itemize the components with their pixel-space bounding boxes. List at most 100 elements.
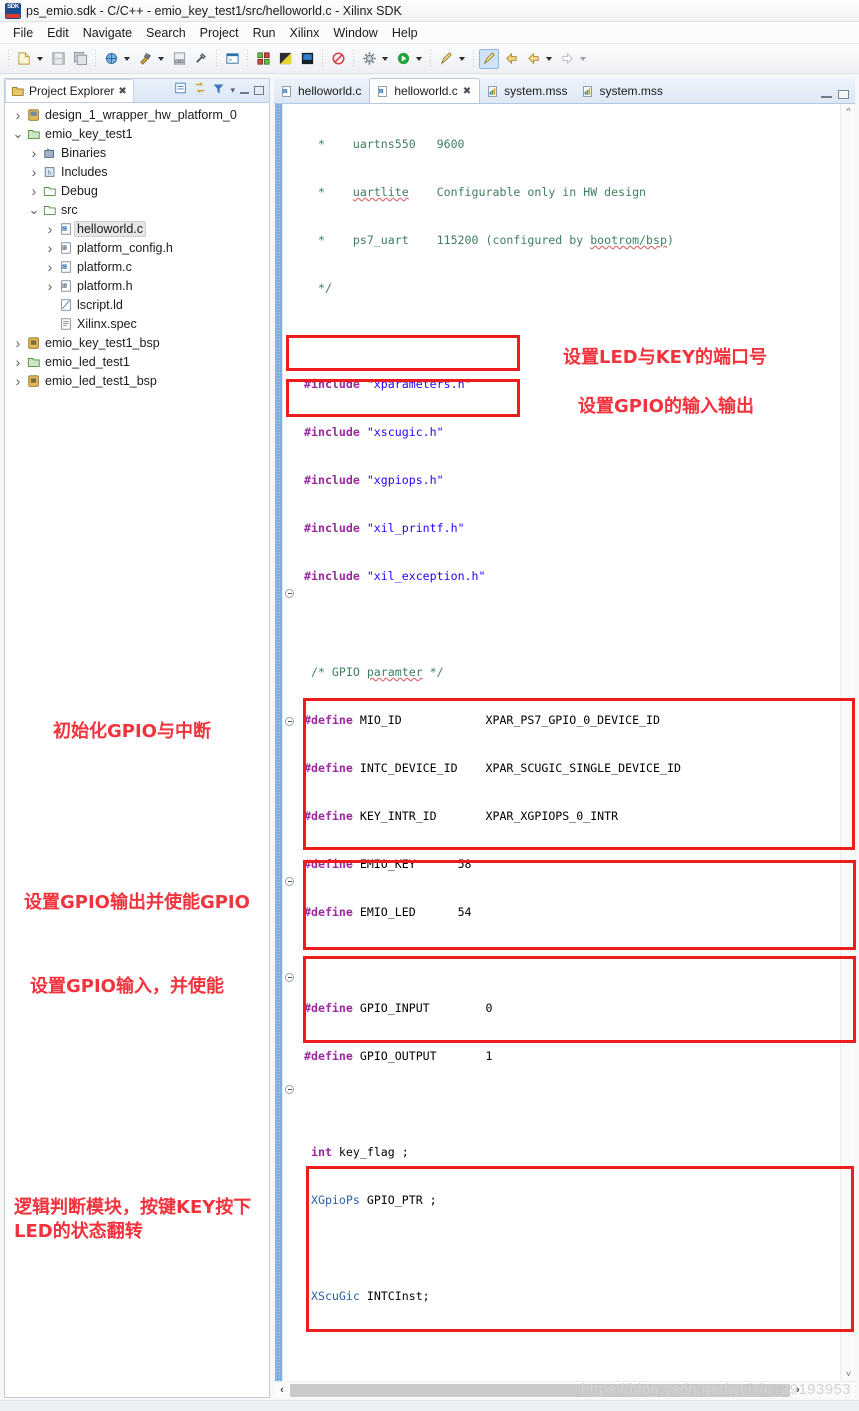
fold-toggle-icon[interactable] <box>285 973 294 982</box>
maximize-icon[interactable] <box>254 86 264 95</box>
chevron-down-icon[interactable]: ˅ <box>841 1367 855 1381</box>
tab-label: system.mss <box>599 84 663 98</box>
menu-file[interactable]: File <box>6 25 40 41</box>
menu-project[interactable]: Project <box>193 25 246 41</box>
tree-item-emio-led-test1-bsp[interactable]: emio_led_test1_bsp <box>5 371 269 390</box>
back-icon[interactable] <box>501 49 521 69</box>
profile-dropdown-icon[interactable] <box>457 50 466 68</box>
configure-icon[interactable] <box>359 49 379 69</box>
cancel-build-icon[interactable] <box>191 49 211 69</box>
build-all-icon[interactable]: 010 <box>169 49 189 69</box>
menu-run[interactable]: Run <box>246 25 283 41</box>
chevron-right-icon[interactable] <box>11 335 25 351</box>
tree-item-src[interactable]: src <box>5 200 269 219</box>
filter-icon[interactable] <box>212 82 225 100</box>
menu-help[interactable]: Help <box>385 25 425 41</box>
menu-xilinx[interactable]: Xilinx <box>283 25 327 41</box>
view-menu-icon[interactable]: ▾ <box>230 85 235 96</box>
chevron-right-icon[interactable] <box>43 259 57 275</box>
main-toolbar: 010 > <box>0 44 859 74</box>
tree-item-platform-config-h[interactable]: h platform_config.h <box>5 238 269 257</box>
label-emio-port: 设置LED与KEY的端口号 <box>563 347 767 368</box>
window-title: ps_emio.sdk - C/C++ - emio_key_test1/src… <box>26 3 402 18</box>
generate-bitstream-icon[interactable] <box>275 49 295 69</box>
new-file-dropdown-icon[interactable] <box>35 50 44 68</box>
chevron-right-icon[interactable] <box>11 354 25 370</box>
tree-item-platform-h[interactable]: h platform.h <box>5 276 269 295</box>
minimize-icon[interactable] <box>821 92 832 98</box>
new-file-icon[interactable] <box>14 49 34 69</box>
chevron-right-icon[interactable] <box>11 107 25 123</box>
folding-column[interactable] <box>283 104 297 1381</box>
h-file-icon: h <box>57 241 74 255</box>
fold-toggle-icon[interactable] <box>285 877 294 886</box>
chevron-left-icon[interactable]: ‹ <box>274 1382 290 1398</box>
chevron-right-icon[interactable] <box>11 373 25 389</box>
forward-icon[interactable] <box>523 49 543 69</box>
configure-dropdown-icon[interactable] <box>380 50 389 68</box>
tree-item-emio-led-test1[interactable]: emio_led_test1 <box>5 352 269 371</box>
tree-item-emio-key-test1[interactable]: emio_key_test1 <box>5 124 269 143</box>
save-all-icon[interactable] <box>70 49 90 69</box>
tab-system-mss-2[interactable]: system.mss <box>575 78 670 103</box>
menu-bar[interactable]: File Edit Navigate Search Project Run Xi… <box>0 22 859 44</box>
fold-toggle-icon[interactable] <box>285 1085 294 1094</box>
chevron-right-icon[interactable] <box>43 278 57 294</box>
run-dropdown-icon[interactable] <box>414 50 423 68</box>
tree-item-lscript-ld[interactable]: lscript.ld <box>5 295 269 314</box>
build-dropdown-icon[interactable] <box>156 50 165 68</box>
minimize-icon[interactable] <box>240 88 249 94</box>
code-line: * ps7_uart 115200 (configured by bootrom… <box>304 233 674 247</box>
chevron-right-icon[interactable] <box>27 164 41 180</box>
close-icon[interactable]: ✖ <box>463 86 471 97</box>
menu-window[interactable]: Window <box>326 25 384 41</box>
next-icon[interactable] <box>557 49 577 69</box>
next-dropdown-icon[interactable] <box>578 50 587 68</box>
chevron-right-icon[interactable] <box>43 221 57 237</box>
chevron-right-icon[interactable] <box>27 183 41 199</box>
profile-icon[interactable] <box>436 49 456 69</box>
chevron-right-icon[interactable] <box>27 145 41 161</box>
debug-icon[interactable] <box>101 49 121 69</box>
tree-item-xilinx-spec[interactable]: Xilinx.spec <box>5 314 269 333</box>
collapse-all-icon[interactable] <box>174 81 188 100</box>
tree-item-includes[interactable]: h Includes <box>5 162 269 181</box>
terminal-icon[interactable]: > <box>222 49 242 69</box>
menu-edit[interactable]: Edit <box>40 25 76 41</box>
program-fpga-icon[interactable] <box>253 49 273 69</box>
link-with-editor-icon[interactable] <box>193 81 207 100</box>
source-code[interactable]: * uartns550 9600 * uartlite Configurable… <box>298 104 855 1398</box>
fold-toggle-icon[interactable] <box>285 717 294 726</box>
tree-item-design-1-wrapper[interactable]: design_1_wrapper_hw_platform_0 <box>5 105 269 124</box>
tab-system-mss-1[interactable]: system.mss <box>480 78 575 103</box>
no-entry-icon[interactable] <box>328 49 348 69</box>
launch-on-hw-icon[interactable] <box>297 49 317 69</box>
debug-dropdown-icon[interactable] <box>122 50 131 68</box>
tree-item-debug[interactable]: Debug <box>5 181 269 200</box>
save-icon[interactable] <box>48 49 68 69</box>
chevron-down-icon[interactable] <box>27 207 41 213</box>
tab-project-explorer[interactable]: Project Explorer ✖ <box>5 79 134 102</box>
tab-helloworld-c-2[interactable]: c helloworld.c ✖ <box>369 78 481 103</box>
run-icon[interactable] <box>393 49 413 69</box>
tree-item-binaries[interactable]: Binaries <box>5 143 269 162</box>
tree-item-platform-c[interactable]: c platform.c <box>5 257 269 276</box>
fold-toggle-icon[interactable] <box>285 589 294 598</box>
tab-helloworld-c-1[interactable]: c helloworld.c <box>274 78 369 103</box>
tree-item-emio-key-test1-bsp[interactable]: emio_key_test1_bsp <box>5 333 269 352</box>
chevron-up-icon[interactable]: ^ <box>841 104 855 118</box>
tree-item-helloworld-c[interactable]: c helloworld.c <box>5 219 269 238</box>
build-hammer-icon[interactable] <box>135 49 155 69</box>
forward-dropdown-icon[interactable] <box>544 50 553 68</box>
toolbar-separator <box>216 49 217 68</box>
editor-vertical-scrollbar[interactable]: ^ ˅ <box>840 104 855 1381</box>
highlight-icon[interactable] <box>479 48 499 69</box>
code-view[interactable]: * uartns550 9600 * uartlite Configurable… <box>274 104 855 1398</box>
close-icon[interactable]: ✖ <box>118 86 126 97</box>
maximize-icon[interactable] <box>838 90 849 99</box>
marker-bar[interactable] <box>274 104 283 1381</box>
chevron-down-icon[interactable] <box>11 131 25 137</box>
menu-search[interactable]: Search <box>139 25 193 41</box>
chevron-right-icon[interactable] <box>43 240 57 256</box>
menu-navigate[interactable]: Navigate <box>76 25 139 41</box>
